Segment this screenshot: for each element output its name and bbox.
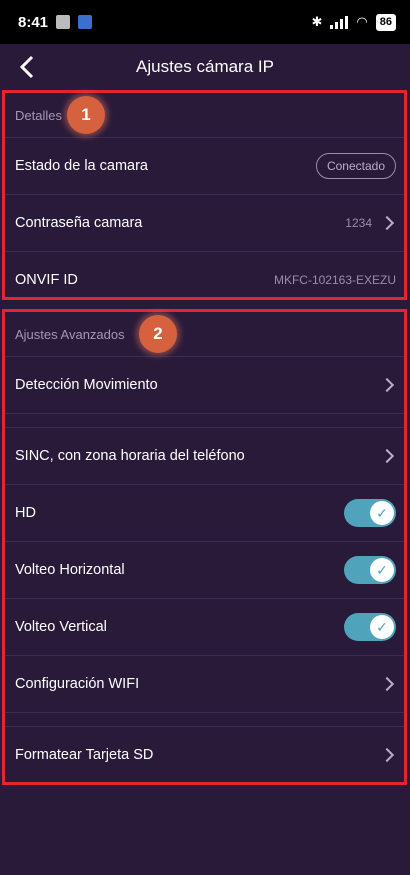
check-icon: ✓ bbox=[370, 615, 394, 639]
step-badge-1: 1 bbox=[67, 96, 105, 134]
flip-vertical-toggle[interactable]: ✓ bbox=[344, 613, 396, 641]
timezone-sync-row[interactable]: SINC, con zona horaria del teléfono bbox=[5, 427, 404, 484]
page-title: Ajustes cámara IP bbox=[136, 57, 274, 76]
camera-password-value: 1234 bbox=[345, 216, 372, 230]
app-header: Ajustes cámara IP bbox=[0, 44, 410, 90]
advanced-section-title: Ajustes Avanzados bbox=[15, 326, 125, 342]
app-notification-icon bbox=[78, 15, 93, 29]
details-section-title: Detalles bbox=[15, 107, 62, 123]
back-button[interactable] bbox=[10, 50, 44, 84]
flip-vertical-label: Volteo Vertical bbox=[15, 619, 107, 635]
status-left: 8:41 bbox=[18, 13, 93, 31]
battery-indicator: 86 bbox=[375, 13, 396, 31]
step-badge-2: 2 bbox=[139, 315, 177, 353]
bluetooth-icon: ✱ bbox=[311, 14, 323, 29]
chevron-right-icon bbox=[379, 747, 395, 763]
status-bar: 8:41 ✱ ◠ 86 bbox=[0, 0, 410, 44]
onvif-id-label: ONVIF ID bbox=[15, 272, 78, 288]
check-icon: ✓ bbox=[370, 558, 394, 582]
chevron-right-icon bbox=[379, 676, 395, 692]
camera-state-badge: Conectado bbox=[315, 153, 396, 179]
flip-horizontal-toggle[interactable]: ✓ bbox=[344, 556, 396, 584]
flip-horizontal-row: Volteo Horizontal ✓ bbox=[5, 541, 404, 598]
hd-label: HD bbox=[15, 505, 36, 521]
section-spacer bbox=[5, 413, 404, 427]
chevron-right-icon bbox=[379, 215, 395, 231]
format-sd-row[interactable]: Formatear Tarjeta SD bbox=[5, 726, 404, 783]
signal-icon bbox=[330, 15, 349, 29]
status-time: 8:41 bbox=[18, 13, 49, 31]
flip-horizontal-label: Volteo Horizontal bbox=[15, 562, 125, 578]
chevron-left-icon bbox=[19, 55, 34, 79]
onvif-id-row: ONVIF ID MKFC-102163-EXEZU bbox=[5, 251, 404, 308]
details-section: Detalles 1 Estado de la camara Conectado… bbox=[2, 90, 407, 300]
motion-detection-row[interactable]: Detección Movimiento bbox=[5, 356, 404, 413]
hd-toggle[interactable]: ✓ bbox=[344, 499, 396, 527]
format-sd-label: Formatear Tarjeta SD bbox=[15, 747, 154, 763]
camera-state-row: Estado de la camara Conectado bbox=[5, 137, 404, 194]
chevron-right-icon bbox=[379, 377, 395, 393]
check-icon: ✓ bbox=[370, 501, 394, 525]
flip-vertical-row: Volteo Vertical ✓ bbox=[5, 598, 404, 655]
camera-password-label: Contraseña camara bbox=[15, 215, 143, 231]
notification-icon bbox=[56, 15, 71, 29]
advanced-section: Ajustes Avanzados 2 Detección Movimiento… bbox=[2, 309, 407, 785]
wifi-icon: ◠ bbox=[356, 14, 368, 29]
details-section-header: Detalles 1 bbox=[5, 93, 404, 137]
wifi-config-row[interactable]: Configuración WIFI bbox=[5, 655, 404, 712]
chevron-right-icon bbox=[379, 448, 395, 464]
status-right: ✱ ◠ 86 bbox=[311, 13, 396, 31]
wifi-config-label: Configuración WIFI bbox=[15, 676, 140, 692]
motion-detection-label: Detección Movimiento bbox=[15, 377, 158, 393]
advanced-section-header: Ajustes Avanzados 2 bbox=[5, 312, 404, 356]
camera-password-row[interactable]: Contraseña camara 1234 bbox=[5, 194, 404, 251]
camera-state-label: Estado de la camara bbox=[15, 158, 148, 174]
timezone-sync-label: SINC, con zona horaria del teléfono bbox=[15, 448, 245, 464]
onvif-id-value: MKFC-102163-EXEZU bbox=[273, 273, 396, 287]
section-spacer bbox=[5, 712, 404, 726]
hd-row: HD ✓ bbox=[5, 484, 404, 541]
